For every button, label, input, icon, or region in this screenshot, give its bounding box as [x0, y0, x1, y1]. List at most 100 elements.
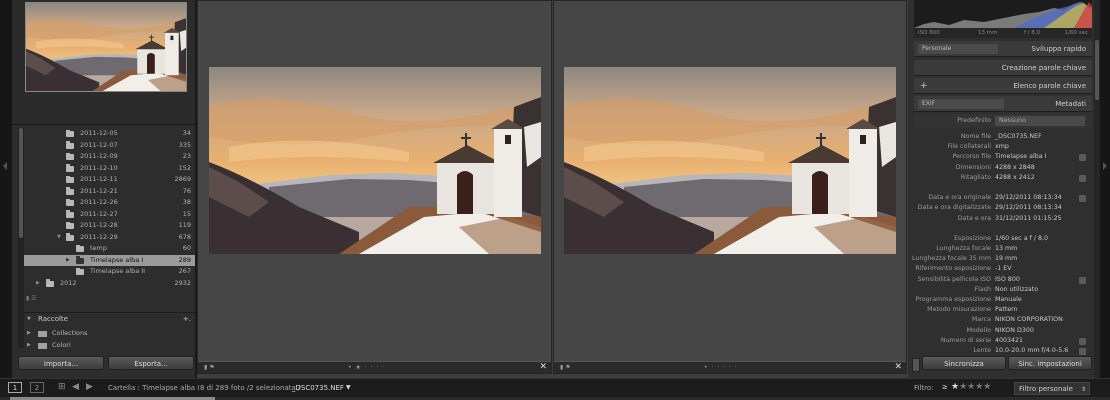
filter-operator[interactable]: ≥: [942, 383, 948, 391]
default-dropdown[interactable]: Nessuno: [995, 116, 1085, 126]
add-collection-icon[interactable]: +.: [183, 313, 191, 326]
select-photo[interactable]: [209, 67, 541, 254]
folder-count: 23: [182, 152, 191, 160]
folder-count: 2869: [174, 175, 191, 183]
quick-develop-title: Sviluppo rapido: [1031, 45, 1086, 53]
folder-count: 152: [178, 163, 191, 172]
flag-icons[interactable]: ▮ ⚑: [560, 364, 571, 371]
filter-icon[interactable]: ▮ ☰: [26, 295, 37, 302]
forward-arrow-icon[interactable]: ▶: [86, 382, 93, 392]
import-button[interactable]: Importa...: [18, 356, 104, 370]
add-keyword-icon[interactable]: +: [920, 78, 928, 94]
sync-toggle[interactable]: [912, 358, 920, 372]
grid-view-icon[interactable]: ⊞: [58, 382, 66, 392]
folder-name: 2012: [60, 278, 77, 287]
metadata-label: Lunghezza focale 35 mm: [911, 255, 991, 263]
quick-develop-header[interactable]: Personale Sviluppo rapido: [914, 41, 1092, 57]
close-icon[interactable]: ✕: [894, 362, 902, 372]
current-filename[interactable]: _DSC0735.NEF: [292, 384, 344, 392]
sync-button[interactable]: Sincronizza: [922, 356, 1006, 370]
folder-row[interactable]: 2011-12-05 34: [24, 128, 195, 140]
folder-count: 678: [178, 232, 191, 241]
expand-arrow-icon[interactable]: ▶: [27, 328, 31, 339]
expand-arrow-icon[interactable]: ▶: [36, 278, 40, 290]
scrollbar-thumb[interactable]: [19, 128, 23, 238]
metadata-value: ISO 800: [995, 275, 1020, 283]
folder-row[interactable]: 2011-12-26 38: [24, 197, 195, 209]
breadcrumb[interactable]: Cartella : Timelapse alba I: [108, 384, 199, 392]
export-button[interactable]: Esporta...: [108, 356, 194, 370]
expand-arrow-icon[interactable]: ▶: [27, 340, 31, 351]
folder-row-selected[interactable]: ▶ Timelapse alba I 289: [24, 254, 195, 267]
expand-arrow-icon[interactable]: ▶: [66, 255, 70, 267]
date-edit-icon[interactable]: [1079, 195, 1086, 203]
metadata-header[interactable]: EXIF Metadati: [914, 96, 1092, 112]
folder-row[interactable]: 2011-12-10 152: [24, 163, 195, 175]
metadata-preset-dropdown[interactable]: EXIF: [918, 99, 1004, 109]
folder-icon: [66, 164, 74, 172]
metadata-label: Data e ora digitalizzate: [917, 204, 991, 212]
rating-filter-stars[interactable]: ★★★★★: [951, 382, 991, 392]
histogram[interactable]: [914, 0, 1092, 28]
keyword-list-header[interactable]: + Elenco parole chiave: [914, 78, 1092, 94]
folder-count: 2932: [174, 278, 191, 287]
preset-dropdown[interactable]: Personale: [918, 44, 998, 54]
folder-row[interactable]: 2011-12-28 119: [24, 220, 195, 232]
metadata-value: NIKON CORPORATION: [995, 316, 1063, 324]
metadata-value: Timelapse alba I: [995, 153, 1047, 161]
left-panel-toggle[interactable]: [0, 0, 12, 378]
back-arrow-icon[interactable]: ◀: [72, 382, 79, 392]
rating-stars[interactable]: • ★ · · · ·: [348, 364, 385, 371]
right-scrollbar[interactable]: [1094, 0, 1100, 378]
metadata-value: 29/12/2011 08:13:34: [995, 204, 1062, 212]
candidate-pane[interactable]: ▮ ⚑ • · · · · · ✕: [553, 0, 907, 374]
metadata-row: Ritagliato 4288 x 2412: [914, 173, 1092, 183]
collection-row[interactable]: ▶ Colori: [24, 340, 195, 351]
filename-dropdown-icon[interactable]: ▼: [346, 384, 351, 391]
select-pane[interactable]: ▮ ⚑ • ★ · · · · ✕: [197, 0, 552, 374]
left-panel: 2011-12-05 34 2011-12-07 335 2011-12-09 23 …: [12, 0, 195, 378]
metadata-row: Nome file _DSC0735.NEF: [914, 132, 1092, 142]
compare-view: ▮ ⚑ • ★ · · · · ✕ ▮ ⚑ • · · · · · ✕: [197, 0, 908, 378]
collections-header[interactable]: ▼ Raccolte +.: [24, 312, 195, 325]
filter-preset-dropdown[interactable]: Filtro personale ⇕: [1014, 382, 1090, 395]
folder-name: 2011-12-28: [80, 221, 118, 229]
second-window-button[interactable]: 2: [30, 382, 44, 393]
filter-lens-icon[interactable]: [1079, 347, 1086, 355]
rating-stars[interactable]: • · · · · ·: [704, 364, 738, 371]
folder-row[interactable]: 2011-12-11 2869: [24, 174, 195, 186]
right-panel-toggle[interactable]: [1100, 0, 1110, 378]
metadata-value[interactable]: _DSC0735.NEF: [995, 132, 1042, 142]
metadata-row: Data e ora 31/12/2011 01:15:25: [914, 214, 1092, 224]
folder-row[interactable]: Timelapse alba II 267: [24, 266, 195, 278]
folder-row[interactable]: 2011-12-27 15: [24, 209, 195, 221]
folder-row[interactable]: ▼ 2011-12-29 678: [24, 232, 195, 244]
folder-row[interactable]: temp 60: [24, 243, 195, 255]
metadata-row: Sensibilità pellicola ISO ISO 800: [914, 275, 1092, 285]
folder-row[interactable]: 2011-12-21 76: [24, 186, 195, 198]
folder-row[interactable]: 2011-12-07 335: [24, 140, 195, 152]
keywording-header[interactable]: Creazione parole chiave: [914, 60, 1092, 76]
scrollbar-thumb[interactable]: [1095, 40, 1099, 100]
folder-row[interactable]: 2011-12-09 23: [24, 151, 195, 163]
close-icon[interactable]: ✕: [539, 362, 547, 372]
filter-iso-icon[interactable]: [1079, 276, 1086, 284]
folder-icon: [76, 256, 84, 264]
metadata-label: File collaterali: [947, 143, 992, 151]
go-to-folder-icon[interactable]: [1079, 154, 1086, 162]
sync-settings-button[interactable]: Sinc. impostazioni: [1008, 356, 1092, 370]
folder-name: 2011-12-29: [80, 232, 118, 241]
navigator-image: [26, 3, 187, 92]
folder-name: Timelapse alba II: [90, 267, 146, 275]
crop-icon[interactable]: [1079, 174, 1086, 182]
expand-arrow-icon[interactable]: ▼: [57, 232, 61, 244]
main-window-button[interactable]: 1: [8, 382, 22, 393]
filter-serial-icon[interactable]: [1079, 337, 1086, 345]
collection-row[interactable]: ▶ Collections: [24, 328, 195, 339]
navigator-preview[interactable]: [25, 2, 187, 92]
flag-icons[interactable]: ▮ ⚑: [204, 364, 215, 371]
candidate-photo[interactable]: [564, 67, 896, 254]
photo-image: [209, 67, 541, 254]
hist-iso: ISO 800: [918, 30, 940, 36]
folder-row[interactable]: ▶ 2012 2932: [24, 278, 195, 290]
